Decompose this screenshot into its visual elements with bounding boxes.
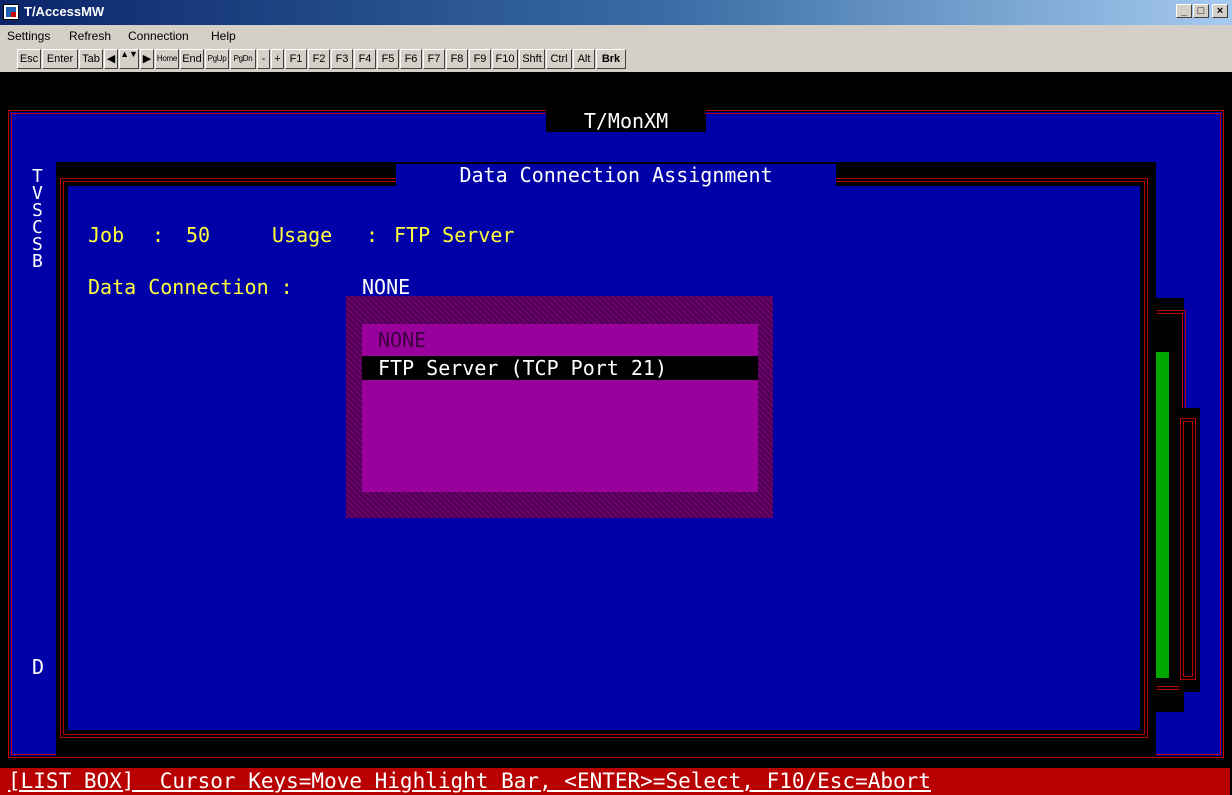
key-f5-button[interactable]: F5 [377, 49, 399, 69]
key-updown-button[interactable]: ▲▼ [119, 49, 139, 69]
key-right-button[interactable]: ▶ [140, 49, 154, 69]
dialog-title: Data Connection Assignment [396, 164, 836, 186]
key-ctrl-button[interactable]: Ctrl [546, 49, 572, 69]
close-button[interactable]: × [1212, 4, 1228, 18]
key-enter-button[interactable]: Enter [42, 49, 78, 69]
key-pgup-button[interactable]: PgUp [205, 49, 229, 69]
window-title: T/AccessMW [24, 4, 105, 19]
menu-settings[interactable]: Settings [7, 29, 50, 43]
key-toolbar: Esc Enter Tab ◀ ▲▼ ▶ Home End PgUp PgDn … [0, 46, 1232, 73]
side-letters: T V S C S B [32, 168, 46, 272]
status-bar: [LIST BOX] Cursor Keys=Move Highlight Ba… [0, 768, 1230, 795]
maximize-button[interactable]: □ [1193, 4, 1209, 18]
side-letter: B [32, 251, 43, 272]
key-pgdn-button[interactable]: PgDn [230, 49, 256, 69]
key-f6-button[interactable]: F6 [400, 49, 422, 69]
key-f9-button[interactable]: F9 [469, 49, 491, 69]
data-connection-value[interactable]: NONE [362, 276, 410, 298]
key-esc-button[interactable]: Esc [17, 49, 41, 69]
background-window-frame-2 [1180, 418, 1196, 680]
side-letter-bottom: D [32, 655, 45, 679]
menu-refresh[interactable]: Refresh [69, 29, 111, 43]
key-tab-button[interactable]: Tab [79, 49, 103, 69]
key-plus-button[interactable]: + [271, 49, 284, 69]
menu-connection[interactable]: Connection [128, 29, 189, 43]
key-f3-button[interactable]: F3 [331, 49, 353, 69]
list-item-none[interactable]: NONE [362, 328, 426, 352]
key-minus-button[interactable]: - [257, 49, 270, 69]
job-value: 50 [186, 223, 211, 247]
bottom-separator [0, 758, 1232, 768]
usage-value: FTP Server [394, 223, 515, 247]
key-shift-button[interactable]: Shft [519, 49, 545, 69]
key-f10-button[interactable]: F10 [492, 49, 518, 69]
key-f7-button[interactable]: F7 [423, 49, 445, 69]
key-end-button[interactable]: End [180, 49, 204, 69]
key-f2-button[interactable]: F2 [308, 49, 330, 69]
key-home-button[interactable]: Home [155, 49, 179, 69]
background-green-bar [1155, 352, 1169, 678]
outer-title: T/MonXM [546, 110, 706, 132]
menu-help[interactable]: Help [211, 29, 236, 43]
list-item-ftp-server[interactable]: FTP Server (TCP Port 21) [362, 356, 758, 380]
usage-label: Usage [272, 223, 333, 247]
key-alt-button[interactable]: Alt [573, 49, 595, 69]
minimize-button[interactable]: _ [1176, 4, 1192, 18]
job-separator: : [152, 223, 165, 247]
menu-bar: Settings Refresh Connection Help [0, 25, 1232, 46]
app-icon[interactable] [3, 4, 19, 20]
key-f1-button[interactable]: F1 [285, 49, 307, 69]
data-connection-label: Data Connection : [88, 275, 293, 299]
key-break-button[interactable]: Brk [596, 49, 626, 69]
window-title-bar[interactable]: T/AccessMW _ □ × [0, 0, 1232, 25]
key-f4-button[interactable]: F4 [354, 49, 376, 69]
key-left-button[interactable]: ◀ [104, 49, 118, 69]
key-f8-button[interactable]: F8 [446, 49, 468, 69]
job-label: Job [88, 223, 125, 247]
usage-separator: : [366, 223, 379, 247]
